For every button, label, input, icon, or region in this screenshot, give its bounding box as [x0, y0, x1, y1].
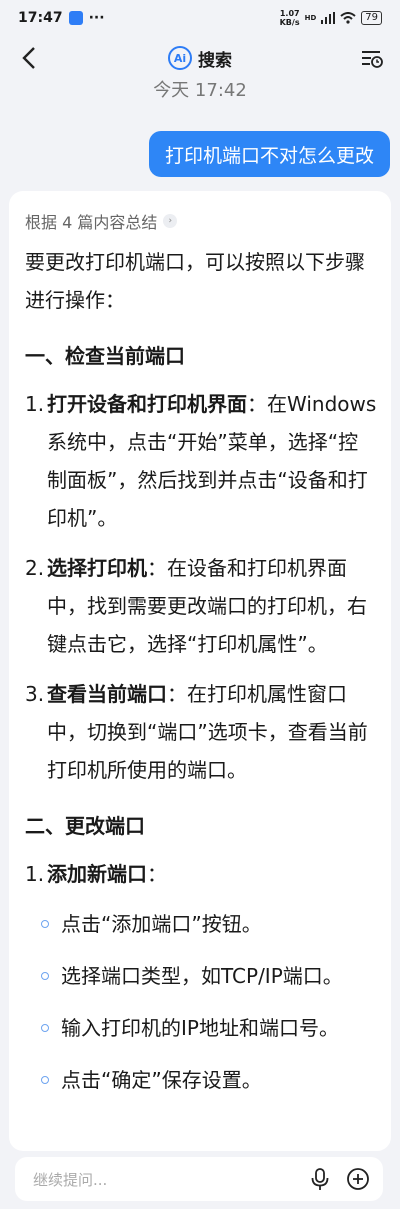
- bullet-text: 点击“确定”保存设置。: [61, 1068, 262, 1092]
- list-number: 2.: [25, 556, 45, 580]
- bullet-item: 选择端口类型，如TCP/IP端口。: [25, 957, 377, 995]
- answer-card: 根据 4 篇内容总结 › 要更改打印机端口，可以按照以下步骤进行操作： 一、检查…: [9, 191, 391, 1151]
- answer-body: 要更改打印机端口，可以按照以下步骤进行操作： 一、检查当前端口 1. 打开设备和…: [25, 243, 377, 1113]
- nav-title-text: 搜索: [198, 50, 232, 71]
- bullet-circle-icon: [41, 920, 49, 928]
- bullet-circle-icon: [41, 1024, 49, 1032]
- wifi-icon: [340, 12, 356, 24]
- network-speed: 1.07 KB/s: [280, 9, 300, 27]
- bullet-item: 点击“确定”保存设置。: [25, 1061, 377, 1099]
- chevron-right-icon: ›: [163, 214, 178, 228]
- chat-input-bar[interactable]: 继续提问...: [15, 1157, 383, 1201]
- list-item-bold: 选择打印机: [47, 556, 147, 580]
- battery-icon: 79: [361, 11, 382, 25]
- status-left: 17:47 ···: [18, 10, 105, 26]
- status-dots: ···: [88, 10, 105, 26]
- network-speed-value: 1.07: [279, 9, 300, 18]
- network-type: HD: [304, 14, 317, 22]
- source-summary-link[interactable]: 根据 4 篇内容总结 ›: [25, 209, 178, 233]
- list-item-text: 查看当前端口：在打印机属性窗口中，切换到“端口”选项卡，查看当前打印机所使用的端…: [47, 675, 377, 789]
- status-bar: 17:47 ··· 1.07 KB/s HD 79: [0, 0, 400, 36]
- bullet-circle-icon: [41, 1076, 49, 1084]
- list-item: 1. 打开设备和打印机界面：在Windows系统中，点击“开始”菜单，选择“控制…: [25, 385, 377, 537]
- bullet-text: 输入打印机的IP地址和端口号。: [61, 1016, 339, 1040]
- list-number: 1.: [25, 392, 45, 416]
- network-speed-unit: KB/s: [279, 18, 300, 27]
- list-item-body: ：: [147, 862, 167, 886]
- list-item-text: 选择打印机：在设备和打印机界面中，找到需要更改端口的打印机，右键点击它，选择“打…: [47, 549, 377, 663]
- back-arrow-icon[interactable]: [16, 44, 44, 72]
- list-item-bold: 查看当前端口: [47, 682, 167, 706]
- microphone-icon[interactable]: [307, 1166, 333, 1192]
- list-item-bold: 添加新端口: [47, 862, 147, 886]
- user-message-bubble: 打印机端口不对怎么更改: [148, 131, 390, 177]
- ai-logo-icon: Ai: [168, 46, 192, 70]
- list-item-bold: 打开设备和打印机界面: [47, 392, 247, 416]
- list-number: 3.: [25, 682, 45, 706]
- list-item: 1. 添加新端口：: [25, 855, 377, 893]
- bullet-circle-icon: [41, 972, 49, 980]
- signal-icon: [321, 12, 336, 24]
- chat-timestamp: 今天 17:42: [153, 80, 247, 101]
- list-item-text: 打开设备和打印机界面：在Windows系统中，点击“开始”菜单，选择“控制面板”…: [47, 385, 377, 537]
- source-summary-label: 根据 4 篇内容总结: [25, 213, 158, 232]
- bullet-item: 点击“添加端口”按钮。: [25, 905, 377, 943]
- bullet-text: 点击“添加端口”按钮。: [61, 912, 262, 936]
- bullet-text: 选择端口类型，如TCP/IP端口。: [61, 964, 343, 988]
- user-message-text: 打印机端口不对怎么更改: [164, 144, 374, 167]
- chat-input-placeholder[interactable]: 继续提问...: [33, 1169, 295, 1190]
- status-right: 1.07 KB/s HD 79: [280, 9, 382, 27]
- list-item: 3. 查看当前端口：在打印机属性窗口中，切换到“端口”选项卡，查看当前打印机所使…: [25, 675, 377, 789]
- answer-intro: 要更改打印机端口，可以按照以下步骤进行操作：: [25, 250, 365, 312]
- alipay-badge-icon: [68, 11, 83, 25]
- section-heading-check-port: 一、检查当前端口: [25, 344, 185, 368]
- list-item: 2. 选择打印机：在设备和打印机界面中，找到需要更改端口的打印机，右键点击它，选…: [25, 549, 377, 663]
- nav-bar: Ai 搜索: [0, 36, 400, 80]
- list-number: 1.: [25, 862, 45, 886]
- history-menu-icon[interactable]: [358, 44, 386, 72]
- list-item-text: 添加新端口：: [47, 855, 377, 893]
- add-circle-icon[interactable]: [345, 1166, 371, 1192]
- status-time: 17:47: [18, 10, 63, 26]
- section-heading-change-port: 二、更改端口: [25, 814, 145, 838]
- bullet-item: 输入打印机的IP地址和端口号。: [25, 1009, 377, 1047]
- nav-title: Ai 搜索: [168, 46, 232, 71]
